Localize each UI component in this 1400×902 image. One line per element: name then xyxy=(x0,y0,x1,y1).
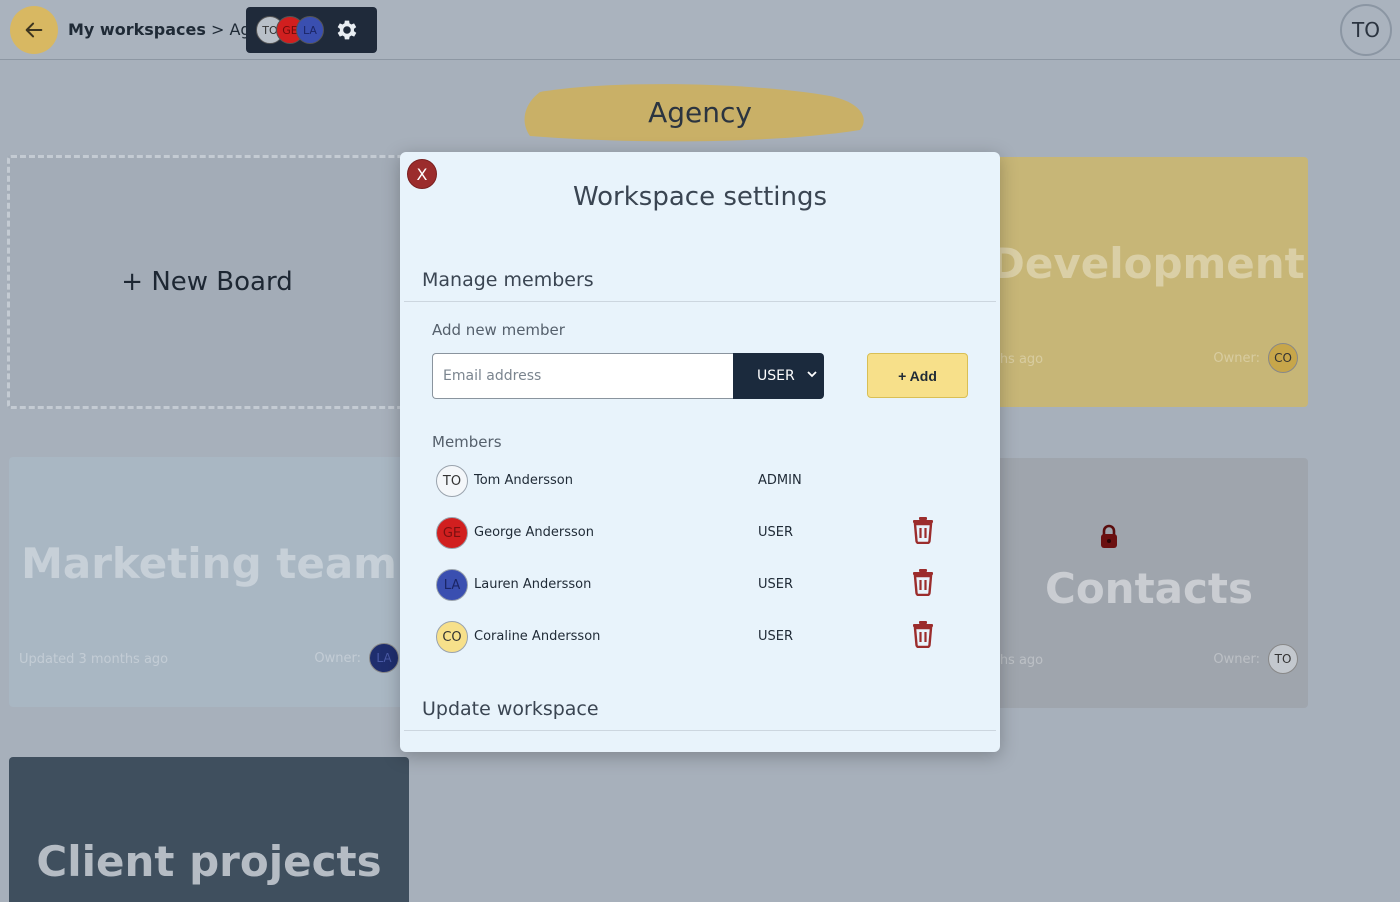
workspace-settings-modal: X Workspace settings Manage members Add … xyxy=(400,152,1000,752)
modal-title: Workspace settings xyxy=(572,182,828,212)
trash-icon xyxy=(913,569,933,596)
breadcrumb-separator: > xyxy=(210,20,225,39)
avatar: CO xyxy=(1268,343,1298,373)
owner-label: Owner: xyxy=(1213,651,1260,667)
trash-icon xyxy=(913,517,933,544)
delete-member-button[interactable] xyxy=(910,567,936,597)
avatar: LA xyxy=(369,643,399,673)
trash-icon xyxy=(913,621,933,648)
add-member-label: Add new member xyxy=(432,321,565,339)
avatar: LA xyxy=(296,16,324,44)
lock-icon xyxy=(1101,524,1117,548)
section-heading-manage-members: Manage members xyxy=(422,269,594,291)
list-item: TO Tom Andersson ADMIN xyxy=(436,465,976,501)
board-owner: Owner: CO xyxy=(1213,343,1298,373)
list-item: GE George Andersson USER xyxy=(436,517,976,553)
back-button[interactable] xyxy=(10,6,58,54)
section-heading-update-workspace: Update workspace xyxy=(422,698,599,720)
workspace-title-banner: Agency xyxy=(520,78,880,148)
member-role: USER xyxy=(758,525,794,540)
member-role: ADMIN xyxy=(758,473,802,488)
board-card-development[interactable]: Development Updated 3 months ago Owner: … xyxy=(990,157,1308,407)
member-name: Coraline Andersson xyxy=(474,629,601,644)
delete-member-button[interactable] xyxy=(910,619,936,649)
new-board-button[interactable]: + New Board xyxy=(7,155,407,409)
board-updated: Updated 3 months ago xyxy=(19,652,169,667)
member-name: George Andersson xyxy=(474,525,594,540)
member-name: Tom Andersson xyxy=(474,473,573,488)
avatar: LA xyxy=(436,569,468,601)
member-role: USER xyxy=(758,577,794,592)
divider xyxy=(404,730,996,731)
user-avatar[interactable]: TO xyxy=(1340,4,1392,56)
owner-label: Owner: xyxy=(1213,350,1260,366)
top-bar: My workspaces > Agency TO GE LA TO xyxy=(0,0,1400,60)
workspace-members-pill[interactable]: TO GE LA xyxy=(246,7,377,53)
board-card-client-projects[interactable]: Client projects xyxy=(9,757,409,902)
role-select-value: USER xyxy=(757,368,795,384)
owner-label: Owner: xyxy=(314,650,361,666)
board-card-contacts[interactable]: Contacts Updated 3 months ago Owner: TO xyxy=(990,458,1308,708)
avatar: TO xyxy=(436,465,468,497)
avatar: CO xyxy=(436,621,468,653)
divider xyxy=(404,301,996,302)
board-title: Marketing team xyxy=(21,539,397,588)
list-item: LA Lauren Andersson USER xyxy=(436,569,976,605)
gear-icon[interactable] xyxy=(332,15,362,45)
board-card-marketing[interactable]: Marketing team Updated 3 months ago Owne… xyxy=(9,457,409,707)
members-label: Members xyxy=(432,433,502,451)
role-select[interactable]: USER xyxy=(733,353,824,399)
board-owner: Owner: TO xyxy=(1213,644,1298,674)
member-name: Lauren Andersson xyxy=(474,577,592,592)
avatar: GE xyxy=(436,517,468,549)
board-title: Development xyxy=(990,239,1305,288)
board-title: Contacts xyxy=(1045,564,1253,613)
member-role: USER xyxy=(758,629,794,644)
breadcrumb-root[interactable]: My workspaces xyxy=(68,20,206,39)
email-field[interactable] xyxy=(432,353,734,399)
list-item: CO Coraline Andersson USER xyxy=(436,621,976,657)
board-title: Client projects xyxy=(36,837,382,886)
delete-member-button[interactable] xyxy=(910,515,936,545)
avatar: TO xyxy=(1268,644,1298,674)
board-owner: Owner: LA xyxy=(314,643,399,673)
arrow-left-icon xyxy=(25,22,43,38)
workspace-title: Agency xyxy=(648,96,752,129)
chevron-down-icon xyxy=(807,371,817,378)
add-member-button[interactable]: + Add xyxy=(867,353,968,398)
